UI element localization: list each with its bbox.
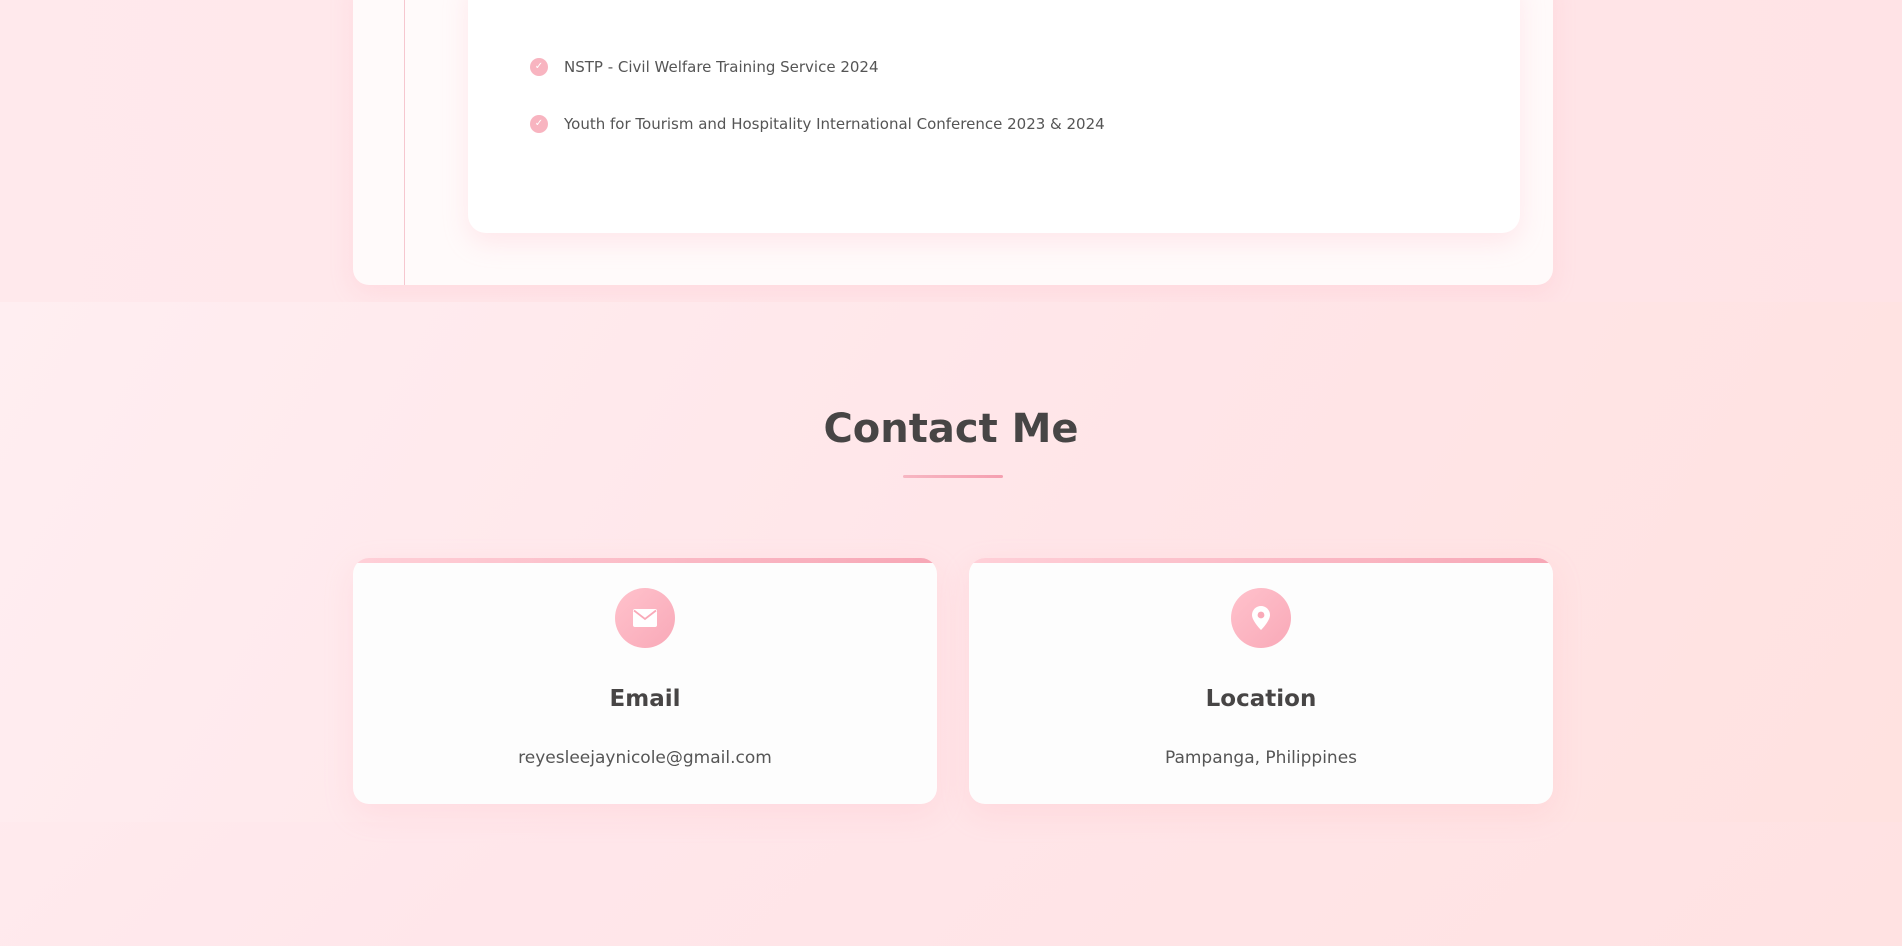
timeline-line	[404, 0, 405, 285]
check-circle-icon: ✓	[530, 114, 548, 133]
email-label: Email	[609, 686, 681, 712]
section-title: Contact Me	[823, 406, 1079, 452]
contact-section: Contact Me Email reyesleejaynicole@gmail…	[0, 302, 1902, 822]
email-card: Email reyesleejaynicole@gmail.com	[353, 558, 937, 804]
certifications-card: ✓ NSTP - Civil Welfare Training Service …	[468, 0, 1520, 233]
timeline-card: ✓ NSTP - Civil Welfare Training Service …	[353, 0, 1553, 285]
list-item: ✓ NSTP - Civil Welfare Training Service …	[530, 38, 1105, 95]
list-item-label: Youth for Tourism and Hospitality Intern…	[564, 114, 1105, 133]
location-label: Location	[1205, 686, 1317, 712]
map-pin-icon	[1231, 588, 1291, 648]
check-circle-icon: ✓	[530, 57, 548, 76]
email-value[interactable]: reyesleejaynicole@gmail.com	[353, 748, 937, 768]
list-item-label: NSTP - Civil Welfare Training Service 20…	[564, 57, 879, 76]
certifications-section: ✓ NSTP - Civil Welfare Training Service …	[0, 0, 1902, 302]
certifications-list: ✓ NSTP - Civil Welfare Training Service …	[530, 38, 1105, 152]
title-underline	[903, 475, 1003, 478]
location-card: Location Pampanga, Philippines	[969, 558, 1553, 804]
envelope-icon	[615, 588, 675, 648]
list-item: ✓ Youth for Tourism and Hospitality Inte…	[530, 95, 1105, 152]
location-value: Pampanga, Philippines	[1164, 748, 1358, 768]
